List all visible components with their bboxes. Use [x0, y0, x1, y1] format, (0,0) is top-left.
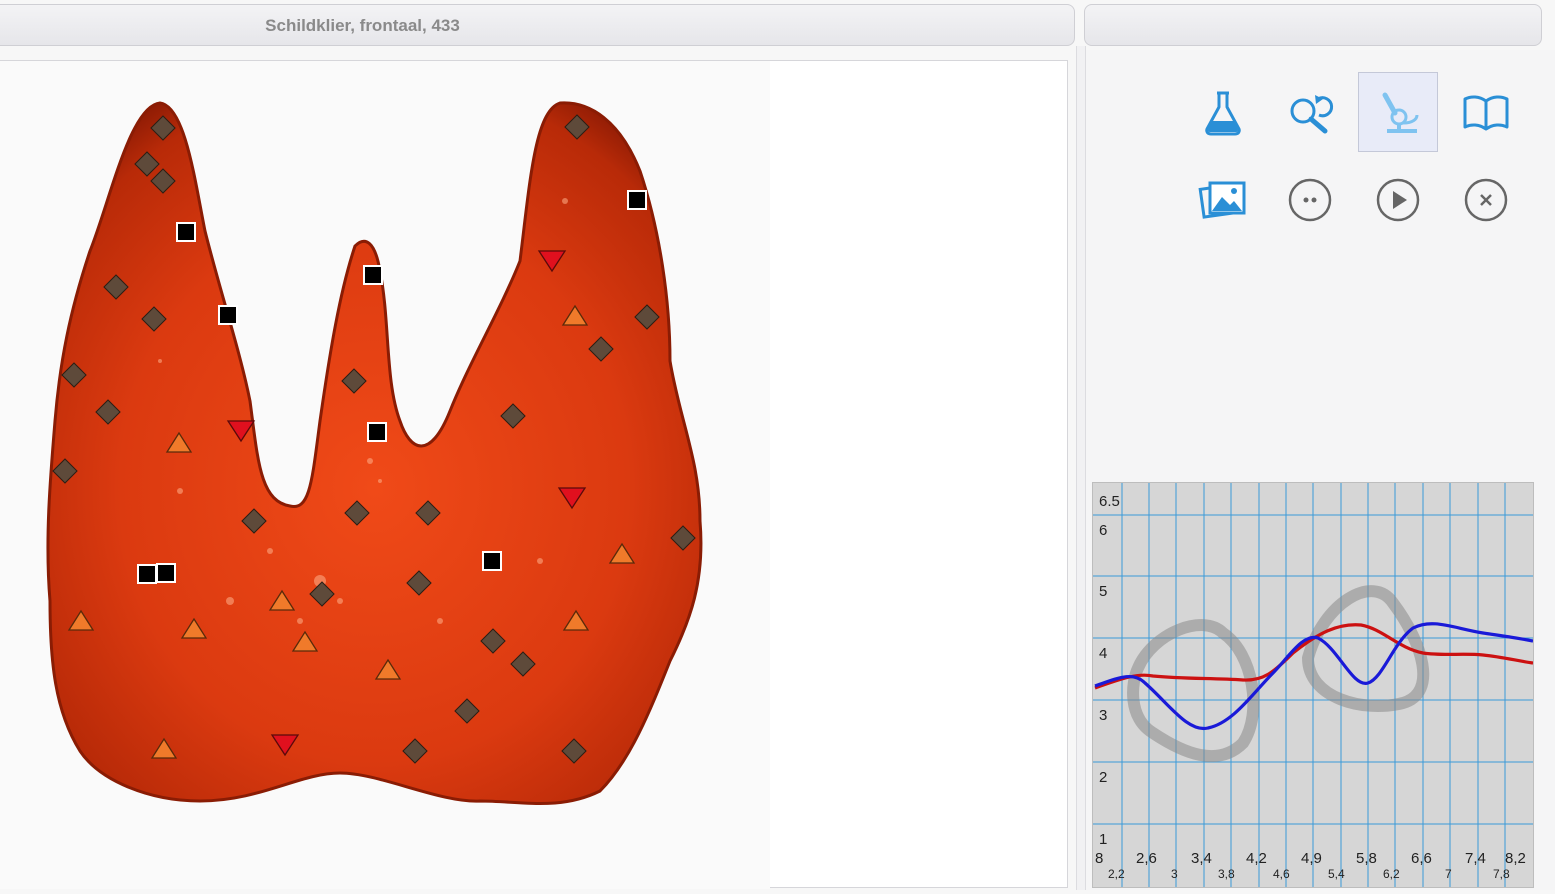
book-icon: [1463, 95, 1509, 131]
y-label: 6: [1099, 522, 1107, 539]
x-label: 8,2: [1505, 850, 1526, 867]
left-panel-title: Schildklier, frontaal, 433: [265, 16, 460, 35]
y-label: 2: [1099, 769, 1107, 786]
graph-canvas: 6.5 6 5 4 3 2 1 8 2,6 3,4 4,2 4,9 5,8 6,…: [1093, 483, 1533, 887]
image-viewer[interactable]: [0, 60, 1068, 889]
x-label: 5,8: [1356, 850, 1377, 867]
x-label: 2,6: [1136, 850, 1157, 867]
x-label-secondary: 3: [1171, 867, 1178, 881]
x-label-secondary: 7: [1445, 867, 1452, 881]
image-gallery-button[interactable]: [1183, 160, 1263, 240]
microscope-button[interactable]: [1358, 72, 1438, 152]
more-icon: [1288, 178, 1332, 222]
search-refresh-button[interactable]: [1270, 72, 1350, 152]
image-gallery-icon: [1198, 181, 1246, 219]
right-panel-header: [1084, 4, 1542, 46]
x-label-secondary: 7,8: [1493, 867, 1510, 881]
book-button[interactable]: [1446, 72, 1526, 152]
x-label-secondary: 3,8: [1218, 867, 1235, 881]
x-label-secondary: 6,2: [1383, 867, 1400, 881]
y-label: 1: [1099, 831, 1107, 848]
left-panel-header: Schildklier, frontaal, 433: [0, 4, 1075, 46]
x-label: 4,9: [1301, 850, 1322, 867]
more-button[interactable]: [1270, 160, 1350, 240]
thyroid-image: [0, 61, 770, 889]
panel-divider[interactable]: [1076, 46, 1086, 890]
x-label: 3,4: [1191, 850, 1212, 867]
y-label: 4: [1099, 645, 1107, 662]
x-label: 6,6: [1411, 850, 1432, 867]
y-label: 6.5: [1099, 493, 1120, 510]
y-label: 5: [1099, 583, 1107, 600]
y-label: 3: [1099, 707, 1107, 724]
x-label-secondary: 5,4: [1328, 867, 1345, 881]
flask-button[interactable]: [1183, 72, 1263, 152]
x-label: 4,2: [1246, 850, 1267, 867]
x-label-secondary: 4,6: [1273, 867, 1290, 881]
graph-panel: 6.5 6 5 4 3 2 1 8 2,6 3,4 4,2 4,9 5,8 6,…: [1092, 482, 1534, 888]
microscope-icon: [1382, 92, 1419, 133]
close-icon: [1464, 178, 1508, 222]
search-refresh-icon: [1290, 95, 1334, 134]
x-label: 7,4: [1465, 850, 1486, 867]
x-label: 8: [1095, 850, 1103, 867]
play-icon: [1376, 178, 1420, 222]
flask-icon: [1205, 91, 1241, 136]
close-button[interactable]: [1446, 160, 1526, 240]
play-button[interactable]: [1358, 160, 1438, 240]
x-label-secondary: 2,2: [1108, 867, 1125, 881]
